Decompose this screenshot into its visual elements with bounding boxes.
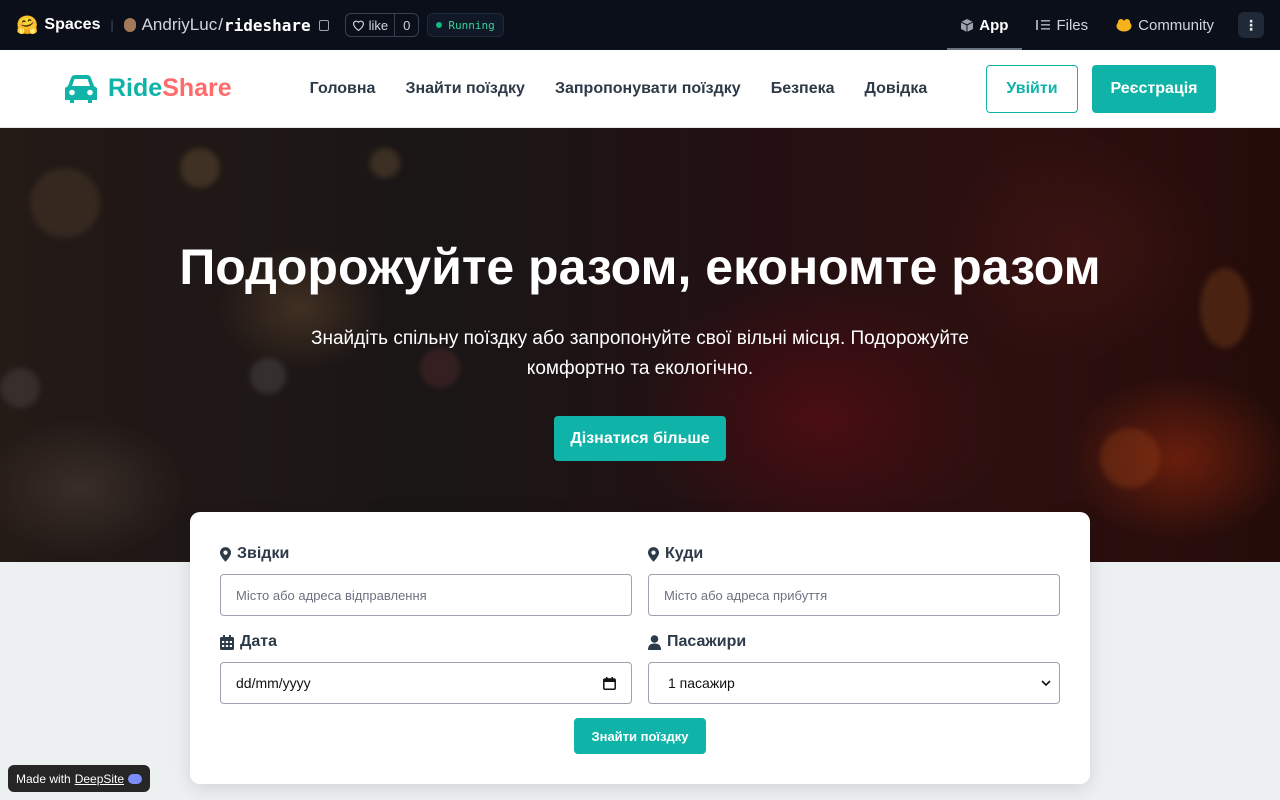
to-input-placeholder: Місто або адреса прибуття <box>664 587 828 603</box>
tab-community-label: Community <box>1138 16 1214 34</box>
passengers-label: Пасажири <box>648 632 1060 652</box>
date-label: Дата <box>220 632 632 652</box>
brand-logo[interactable]: RideShare <box>64 74 232 104</box>
like-label: like <box>368 17 389 33</box>
hero-title: Подорожуйте разом, економте разом <box>179 239 1101 295</box>
user-icon <box>648 634 661 650</box>
brand-name: RideShare <box>108 74 232 103</box>
like-count: 0 <box>394 14 418 36</box>
date-label-text: Дата <box>240 633 278 650</box>
ride-search-card: Звідки Місто або адреса відправлення Куд… <box>190 512 1090 784</box>
hf-top-bar: 🤗 Spaces | AndriyLuc / rideshare like 0 … <box>0 0 1280 50</box>
status-text: Running <box>448 18 495 32</box>
nav-offer-ride[interactable]: Запропонувати поїздку <box>555 80 741 98</box>
header-actions: Увійти Реєстрація <box>986 64 1216 113</box>
from-input[interactable]: Місто або адреса відправлення <box>220 574 632 616</box>
nav-find-ride[interactable]: Знайти поїздку <box>405 80 525 98</box>
made-with-badge: Made with DeepSite <box>8 765 151 792</box>
brand-name-part1: Ride <box>108 74 163 102</box>
deepsite-link[interactable]: DeepSite <box>75 772 124 786</box>
learn-more-button[interactable]: Дізнатися більше <box>554 416 726 461</box>
hf-tabs: App Files Community ⋮ <box>947 0 1264 50</box>
chevron-down-icon <box>1041 679 1051 686</box>
divider: | <box>110 18 114 32</box>
calendar-icon <box>220 634 234 650</box>
to-label-text: Куди <box>665 545 704 562</box>
status-dot-icon <box>436 22 443 28</box>
from-input-placeholder: Місто або адреса відправлення <box>236 587 427 603</box>
hero-subtitle: Знайдіть спільну поїздку або запропонуйт… <box>311 328 969 379</box>
badge-prefix: Made with <box>16 771 71 786</box>
site-header: RideShare Головна Знайти поїздку Запропо… <box>0 50 1280 128</box>
passengers-label-text: Пасажири <box>667 633 747 650</box>
date-input[interactable]: dd/mm/yyyy <box>220 662 632 704</box>
repo-name-link[interactable]: rideshare <box>224 16 311 35</box>
find-ride-button[interactable]: Знайти поїздку <box>574 718 706 754</box>
path-slash: / <box>218 15 223 34</box>
car-icon <box>65 74 97 103</box>
from-field-group: Звідки Місто або адреса відправлення <box>220 544 632 616</box>
date-field-group: Дата dd/mm/yyyy <box>220 632 632 704</box>
calendar-picker-icon[interactable] <box>603 676 616 690</box>
login-button[interactable]: Увійти <box>986 64 1078 113</box>
nav-safety[interactable]: Безпека <box>771 80 835 98</box>
more-options-icon[interactable]: ⋮ <box>1238 12 1264 38</box>
tab-community[interactable]: Community <box>1102 0 1228 50</box>
map-marker-icon <box>220 546 231 562</box>
map-marker-icon <box>648 546 659 562</box>
passengers-select[interactable]: 1 пасажир <box>648 662 1060 704</box>
files-icon <box>1036 20 1051 30</box>
hugging-face-logo-icon[interactable]: 🤗 <box>16 15 38 36</box>
tab-app[interactable]: App <box>947 0 1023 50</box>
brand-name-part2: Share <box>162 74 232 102</box>
owner-link[interactable]: AndriyLuc <box>142 15 218 35</box>
spaces-link[interactable]: Spaces <box>44 16 100 34</box>
register-button[interactable]: Реєстрація <box>1092 64 1216 113</box>
copy-icon[interactable] <box>318 19 329 31</box>
date-input-value: dd/mm/yyyy <box>236 675 311 691</box>
from-label: Звідки <box>220 544 632 564</box>
to-label: Куди <box>648 544 1060 564</box>
to-input[interactable]: Місто або адреса прибуття <box>648 574 1060 616</box>
owner-avatar[interactable] <box>123 18 136 32</box>
main-nav: Головна Знайти поїздку Запропонувати пої… <box>310 80 928 98</box>
passengers-field-group: Пасажири 1 пасажир <box>648 632 1060 704</box>
hero-section: Подорожуйте разом, економте разом Знайді… <box>0 128 1280 562</box>
status-badge: Running <box>427 13 504 37</box>
community-icon <box>1116 19 1132 32</box>
passengers-select-value: 1 пасажир <box>668 675 735 691</box>
to-field-group: Куди Місто або адреса прибуття <box>648 544 1060 616</box>
tab-files[interactable]: Files <box>1022 0 1102 50</box>
deepsite-logo-icon <box>128 773 143 784</box>
from-label-text: Звідки <box>237 545 290 562</box>
heart-icon <box>352 20 364 31</box>
cube-icon <box>961 18 974 32</box>
nav-home[interactable]: Головна <box>310 80 376 98</box>
like-button[interactable]: like 0 <box>344 13 420 37</box>
nav-help[interactable]: Довідка <box>865 80 928 98</box>
tab-app-label: App <box>979 16 1009 34</box>
tab-files-label: Files <box>1056 16 1089 34</box>
